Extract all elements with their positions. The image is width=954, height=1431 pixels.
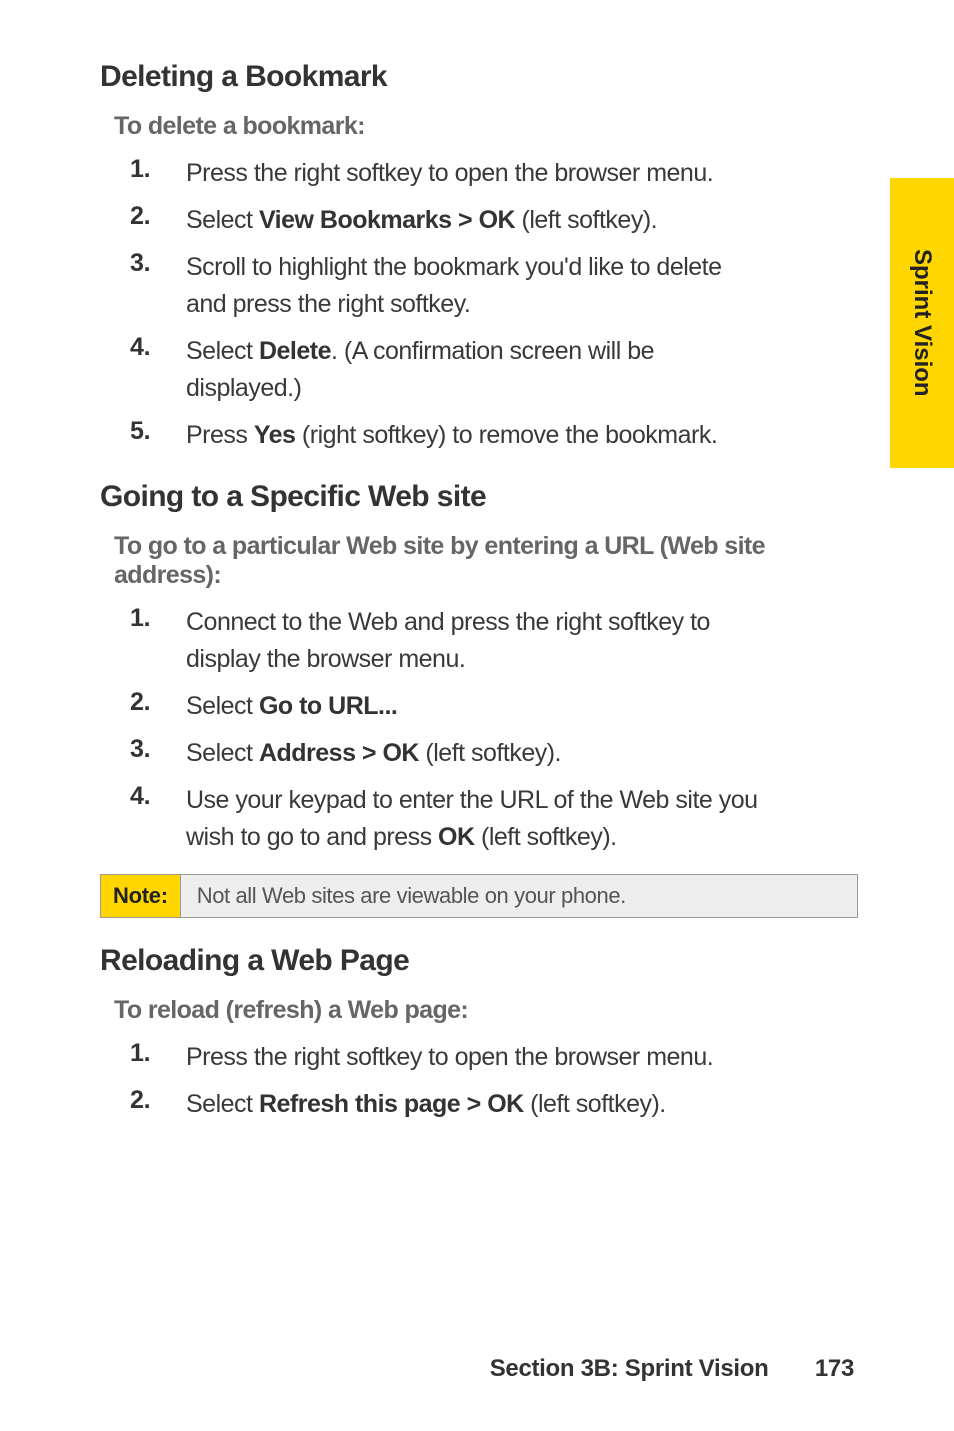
list-goto-site: 1.Connect to the Web and press the right… xyxy=(100,604,854,856)
list-item-number: 5. xyxy=(130,417,186,446)
note-box: Note: Not all Web sites are viewable on … xyxy=(100,874,858,918)
list-item-text: Press Yes (right softkey) to remove the … xyxy=(186,417,717,454)
heading-deleting-bookmark: Deleting a Bookmark xyxy=(100,60,854,94)
footer-section: Section 3B: Sprint Vision xyxy=(490,1355,769,1382)
list-item-text: Use your keypad to enter the URL of the … xyxy=(186,782,764,856)
list-item-text: Connect to the Web and press the right s… xyxy=(186,604,764,678)
list-item-number: 2. xyxy=(130,1086,186,1115)
list-item-text: Select Address > OK (left softkey). xyxy=(186,735,561,772)
page-body: Deleting a Bookmark To delete a bookmark… xyxy=(0,0,954,1123)
list-item: 1.Connect to the Web and press the right… xyxy=(130,604,854,678)
list-item-text: Select Refresh this page > OK (left soft… xyxy=(186,1086,666,1123)
intro-reload-page: To reload (refresh) a Web page: xyxy=(114,996,854,1025)
list-deleting-bookmark: 1.Press the right softkey to open the br… xyxy=(100,155,854,454)
note-content: Not all Web sites are viewable on your p… xyxy=(181,875,857,917)
page-footer: Section 3B: Sprint Vision 173 xyxy=(490,1355,854,1383)
list-item: 4.Use your keypad to enter the URL of th… xyxy=(130,782,854,856)
list-item-number: 1. xyxy=(130,1039,186,1068)
list-item-text: Press the right softkey to open the brow… xyxy=(186,155,713,192)
list-item-number: 1. xyxy=(130,604,186,633)
list-reload-page: 1.Press the right softkey to open the br… xyxy=(100,1039,854,1123)
intro-deleting-bookmark: To delete a bookmark: xyxy=(114,112,854,141)
list-item-number: 2. xyxy=(130,688,186,717)
list-item-number: 4. xyxy=(130,333,186,362)
list-item: 2.Select Go to URL... xyxy=(130,688,854,725)
list-item-text: Scroll to highlight the bookmark you'd l… xyxy=(186,249,764,323)
footer-page-number: 173 xyxy=(815,1355,854,1382)
list-item: 2.Select View Bookmarks > OK (left softk… xyxy=(130,202,854,239)
list-item: 2.Select Refresh this page > OK (left so… xyxy=(130,1086,854,1123)
note-label: Note: xyxy=(101,875,181,917)
list-item: 1.Press the right softkey to open the br… xyxy=(130,1039,854,1076)
list-item-number: 3. xyxy=(130,249,186,278)
list-item: 1.Press the right softkey to open the br… xyxy=(130,155,854,192)
list-item: 3.Select Address > OK (left softkey). xyxy=(130,735,854,772)
list-item-text: Select View Bookmarks > OK (left softkey… xyxy=(186,202,657,239)
heading-reload-page: Reloading a Web Page xyxy=(100,944,854,978)
list-item: 3.Scroll to highlight the bookmark you'd… xyxy=(130,249,854,323)
list-item-number: 2. xyxy=(130,202,186,231)
heading-goto-site: Going to a Specific Web site xyxy=(100,480,854,514)
list-item: 4.Select Delete. (A confirmation screen … xyxy=(130,333,854,407)
list-item-text: Press the right softkey to open the brow… xyxy=(186,1039,713,1076)
list-item-text: Select Go to URL... xyxy=(186,688,397,725)
list-item-number: 1. xyxy=(130,155,186,184)
list-item: 5.Press Yes (right softkey) to remove th… xyxy=(130,417,854,454)
list-item-number: 4. xyxy=(130,782,186,811)
list-item-number: 3. xyxy=(130,735,186,764)
intro-goto-site: To go to a particular Web site by enteri… xyxy=(114,532,854,590)
list-item-text: Select Delete. (A confirmation screen wi… xyxy=(186,333,764,407)
